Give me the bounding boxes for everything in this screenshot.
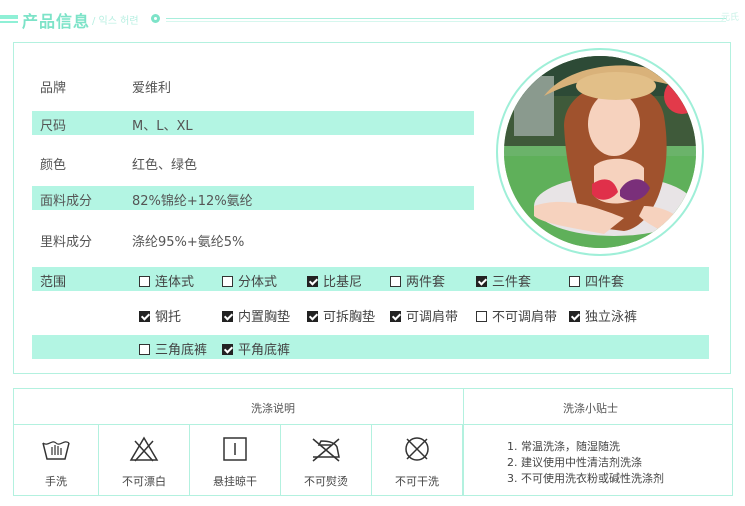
- spec-key: 尺码: [40, 119, 67, 134]
- spec-value: 红色、绿色: [132, 158, 198, 173]
- option-label: 三件套: [492, 275, 532, 290]
- care-item-no-dry-clean: 不可干洗: [372, 425, 463, 495]
- checkbox-icon[interactable]: [390, 276, 401, 287]
- option-label: 钢托: [155, 310, 182, 325]
- care-heading-left: 洗涤说明: [251, 402, 295, 415]
- care-instructions-table: 洗涤说明 洗涤小贴士 手洗 不可漂白 悬挂晾干 不可熨烫 不可干洗 1. 常温洗…: [13, 388, 733, 496]
- care-item-hand-wash: 手洗: [14, 425, 99, 495]
- option-label: 三角底裤: [155, 343, 208, 358]
- spec-value: 82%锦纶+12%氨纶: [132, 194, 253, 209]
- care-label: 不可熨烫: [304, 475, 348, 488]
- spec-key: 面料成分: [40, 194, 93, 209]
- option-triangle-bottom[interactable]: 三角底裤: [139, 339, 207, 358]
- scope-row-2: 钢托 内置胸垫 可拆胸垫 可调肩带 不可调肩带 独立泳裤: [32, 302, 709, 326]
- checkbox-icon[interactable]: [139, 344, 150, 355]
- section-subtitle: / 익스 허련: [92, 16, 139, 27]
- header-line-2: [166, 21, 726, 22]
- option-separate-bottom[interactable]: 独立泳裤: [569, 306, 637, 325]
- option-built-in-pad[interactable]: 内置胸垫: [222, 306, 290, 325]
- care-item-no-iron: 不可熨烫: [281, 425, 372, 495]
- spec-key: 里料成分: [40, 235, 93, 250]
- option-label: 分体式: [238, 275, 278, 290]
- option-label: 比基尼: [323, 275, 363, 290]
- care-tip: 1. 常温洗涤，随湿随洗: [507, 440, 620, 453]
- checkbox-checked-icon[interactable]: [222, 311, 233, 322]
- option-label: 平角底裤: [238, 343, 291, 358]
- care-tip: 2. 建议使用中性清洁剂洗涤: [507, 456, 642, 469]
- no-iron-icon: [309, 435, 343, 467]
- option-label: 可拆胸垫: [323, 310, 376, 325]
- option-boyshort-bottom[interactable]: 平角底裤: [222, 339, 290, 358]
- header-corner-text: 元氏: [720, 13, 739, 23]
- checkbox-checked-icon[interactable]: [307, 311, 318, 322]
- option-four-set[interactable]: 四件套: [569, 271, 624, 290]
- spec-value: M、L、XL: [132, 119, 193, 134]
- care-label: 不可漂白: [122, 475, 166, 488]
- care-item-hang-dry: 悬挂晾干: [190, 425, 281, 495]
- care-item-no-bleach: 不可漂白: [99, 425, 190, 495]
- care-label: 手洗: [45, 475, 67, 488]
- header-line: [166, 18, 726, 19]
- checkbox-icon[interactable]: [222, 276, 233, 287]
- spec-row-brand: 品牌 爱维利: [32, 73, 472, 97]
- section-title: 产品信息: [22, 12, 91, 31]
- product-model-photo: [504, 56, 696, 248]
- spec-row-color: 颜色 红色、绿色: [32, 150, 472, 174]
- checkbox-checked-icon[interactable]: [390, 311, 401, 322]
- no-dry-clean-icon: [402, 435, 432, 467]
- hang-dry-icon: [221, 435, 249, 467]
- header-decoration-2: [0, 21, 18, 23]
- option-label: 可调肩带: [406, 310, 459, 325]
- spec-key: 品牌: [40, 81, 67, 96]
- option-label: 四件套: [585, 275, 625, 290]
- checkbox-checked-icon[interactable]: [569, 311, 580, 322]
- checkbox-checked-icon[interactable]: [476, 276, 487, 287]
- option-label: 独立泳裤: [585, 310, 638, 325]
- checkbox-checked-icon[interactable]: [222, 344, 233, 355]
- option-fixed-strap[interactable]: 不可调肩带: [476, 306, 557, 325]
- care-divider: [463, 389, 464, 495]
- bullet-icon: [151, 14, 160, 23]
- option-twopiece-split[interactable]: 分体式: [222, 271, 277, 290]
- checkbox-icon[interactable]: [476, 311, 487, 322]
- checkbox-icon[interactable]: [139, 276, 150, 287]
- option-removable-pad[interactable]: 可拆胸垫: [307, 306, 375, 325]
- spec-row-lining: 里料成分 涤纶95%+氨纶5%: [32, 227, 472, 251]
- spec-key: 颜色: [40, 158, 67, 173]
- option-label: 连体式: [155, 275, 195, 290]
- option-adjustable-strap[interactable]: 可调肩带: [390, 306, 458, 325]
- care-label: 不可干洗: [395, 475, 439, 488]
- option-bikini[interactable]: 比基尼: [307, 271, 362, 290]
- care-label: 悬挂晾干: [213, 475, 257, 488]
- care-tips-list: 1. 常温洗涤，随湿随洗 2. 建议使用中性清洁剂洗涤 3. 不可使用洗衣粉或碱…: [507, 439, 664, 487]
- scope-row-1: 范围 连体式 分体式 比基尼 两件套 三件套 四件套: [32, 267, 709, 291]
- option-onepiece[interactable]: 连体式: [139, 271, 194, 290]
- checkbox-icon[interactable]: [569, 276, 580, 287]
- spec-row-fabric: 面料成分 82%锦纶+12%氨纶: [32, 186, 474, 210]
- checkbox-checked-icon[interactable]: [139, 311, 150, 322]
- hand-wash-icon: [40, 435, 72, 467]
- option-three-set[interactable]: 三件套: [476, 271, 531, 290]
- spec-value: 涤纶95%+氨纶5%: [132, 235, 245, 250]
- section-header: 产品信息 / 익스 허련 元氏: [0, 0, 745, 38]
- header-decoration: [0, 15, 18, 19]
- option-label: 两件套: [406, 275, 446, 290]
- option-label: 内置胸垫: [238, 310, 291, 325]
- scope-row-3: 三角底裤 平角底裤: [32, 335, 709, 359]
- option-two-set[interactable]: 两件套: [390, 271, 445, 290]
- no-bleach-icon: [129, 435, 159, 467]
- spec-value: 爱维利: [132, 81, 172, 96]
- care-tip: 3. 不可使用洗衣粉或碱性洗涤剂: [507, 472, 664, 485]
- spec-row-size: 尺码 M、L、XL: [32, 111, 474, 135]
- checkbox-checked-icon[interactable]: [307, 276, 318, 287]
- care-heading-right: 洗涤小贴士: [563, 402, 618, 415]
- option-label: 不可调肩带: [492, 310, 558, 325]
- scope-label: 范围: [40, 275, 67, 290]
- option-underwire[interactable]: 钢托: [139, 306, 181, 325]
